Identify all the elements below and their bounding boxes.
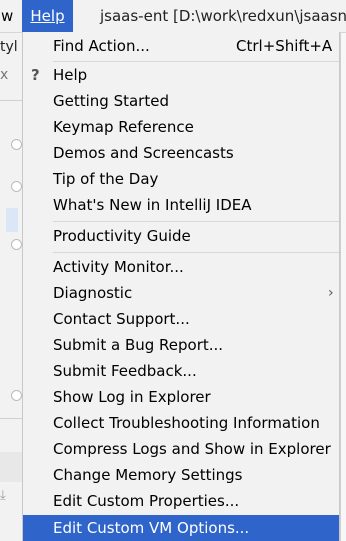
ide-right-strip	[340, 33, 346, 541]
menu-item-label: Demos and Screencasts	[53, 144, 234, 162]
menu-item-label: Productivity Guide	[53, 227, 191, 245]
ide-background-panel: tyl x ⤓	[0, 33, 22, 541]
panel-area	[0, 452, 22, 482]
menu-item-submit-bug-report[interactable]: Submit a Bug Report...	[23, 332, 339, 358]
menu-help-label: Help	[30, 7, 65, 25]
menu-item-change-memory[interactable]: Change Memory Settings	[23, 462, 339, 488]
menu-item-label: Help	[53, 66, 88, 84]
menu-item-label: Submit a Bug Report...	[53, 336, 224, 354]
menu-item-edit-custom-vm-options[interactable]: Edit Custom VM Options...	[23, 515, 339, 541]
menu-bar: w Help jsaas-ent [D:\work\redxun\jsaasne	[0, 0, 346, 33]
menu-item-label: What's New in IntelliJ IDEA	[53, 196, 252, 214]
close-icon: x	[0, 67, 9, 83]
separator	[53, 252, 339, 253]
menu-item-diagnostic[interactable]: Diagnostic ›	[23, 280, 339, 306]
menu-item-label: Show Log in Explorer	[53, 388, 211, 406]
ide-text-fragment: tyl	[0, 39, 18, 55]
menu-item-label: Edit Custom VM Options...	[53, 519, 250, 537]
tree-node-icon	[11, 181, 22, 192]
menu-item-contact-support[interactable]: Contact Support...	[23, 306, 339, 332]
menu-item-edit-custom-properties[interactable]: Edit Custom Properties...	[23, 488, 339, 514]
menu-item-label: Submit Feedback...	[53, 362, 197, 380]
menu-item-label: Contact Support...	[53, 310, 190, 328]
menu-item-show-log[interactable]: Show Log in Explorer	[23, 384, 339, 410]
menu-item-label: Getting Started	[53, 92, 169, 110]
tree-node-icon	[11, 390, 22, 401]
help-menu-dropdown: Find Action... Ctrl+Shift+A ? Help Getti…	[22, 32, 340, 541]
divider	[0, 418, 22, 419]
help-icon: ?	[31, 66, 40, 84]
shortcut-label: Ctrl+Shift+A	[236, 37, 333, 55]
menu-item-demos[interactable]: Demos and Screencasts	[23, 140, 339, 166]
menu-item-label: Compress Logs and Show in Explorer	[53, 440, 331, 458]
divider	[0, 100, 22, 101]
tree-node-icon	[11, 139, 22, 150]
menu-item-whats-new[interactable]: What's New in IntelliJ IDEA	[23, 192, 339, 218]
menu-item-label: Edit Custom Properties...	[53, 492, 240, 510]
tree-node-icon	[11, 239, 22, 250]
menu-item-label: Change Memory Settings	[53, 466, 243, 484]
menu-help[interactable]: Help	[22, 0, 73, 32]
menu-item-productivity-guide[interactable]: Productivity Guide	[23, 223, 339, 249]
menu-item-getting-started[interactable]: Getting Started	[23, 88, 339, 114]
menu-item-compress-logs[interactable]: Compress Logs and Show in Explorer	[23, 436, 339, 462]
menu-item-label: Tip of the Day	[53, 170, 159, 188]
menu-item-help[interactable]: ? Help	[23, 62, 339, 88]
menu-item-find-action[interactable]: Find Action... Ctrl+Shift+A	[23, 33, 339, 59]
menu-item-activity-monitor[interactable]: Activity Monitor...	[23, 254, 339, 280]
menu-item-label: Activity Monitor...	[53, 258, 184, 276]
chevron-right-icon: ›	[328, 285, 334, 301]
download-icon: ⤓	[0, 488, 6, 503]
menu-item-collect-troubleshooting[interactable]: Collect Troubleshooting Information	[23, 410, 339, 436]
selection-highlight	[6, 208, 18, 232]
menu-item-label: Diagnostic	[53, 284, 133, 302]
separator	[53, 221, 339, 222]
menu-item-label: Collect Troubleshooting Information	[53, 414, 320, 432]
menu-item-tip-of-the-day[interactable]: Tip of the Day	[23, 166, 339, 192]
menu-item-label: Find Action...	[53, 37, 150, 55]
menu-item-keymap-reference[interactable]: Keymap Reference	[23, 114, 339, 140]
menu-view[interactable]: w	[0, 0, 13, 32]
menu-item-label: Keymap Reference	[53, 118, 194, 136]
menu-item-submit-feedback[interactable]: Submit Feedback...	[23, 358, 339, 384]
window-title: jsaas-ent [D:\work\redxun\jsaasne	[100, 7, 346, 25]
